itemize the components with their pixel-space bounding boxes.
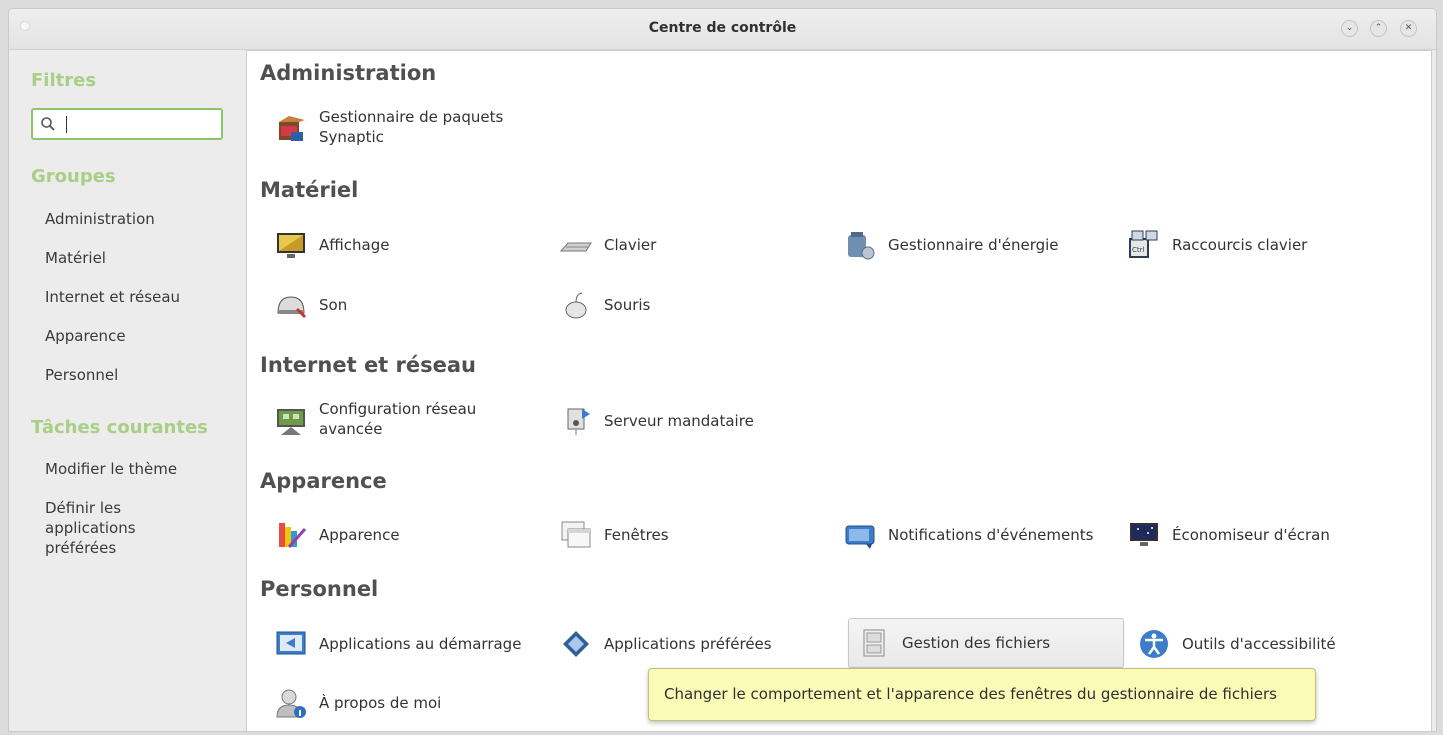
task-definir-applications[interactable]: Définir les applications préférées [45,498,136,558]
keyboard-shortcuts-icon: Ctrl [1129,230,1158,258]
accessibility-icon [1140,630,1168,658]
file-management-icon [863,629,885,657]
launcher-clavier[interactable]: Clavier [560,221,830,269]
category-apparence: Apparence [260,469,387,493]
mouse-icon [565,292,587,319]
launcher-label: Économiseur d'écran [1172,526,1330,544]
launcher-raccourcis-clavier[interactable]: Ctrl Raccourcis clavier [1128,221,1418,269]
launcher-synaptic[interactable]: Gestionnaire de paquets Synaptic [275,104,555,152]
task-modifier-theme[interactable]: Modifier le thème [45,459,177,479]
launcher-gestionnaire-energie[interactable]: Gestionnaire d'énergie [844,221,1124,269]
launcher-label: Serveur mandataire [604,412,754,430]
group-apparence[interactable]: Apparence [45,326,126,346]
search-input[interactable] [31,108,223,140]
control-center-window: Centre de contrôle ⌄ ⌃ ✕ Filtres Groupes… [8,8,1437,732]
tasks-heading: Tâches courantes [31,417,208,438]
launcher-label: Notifications d'événements [888,526,1094,544]
preferred-applications-icon [563,631,589,657]
svg-text:Ctrl: Ctrl [1132,246,1145,254]
launcher-label: Outils d'accessibilité [1182,635,1336,653]
launcher-label: Applications au démarrage [319,635,522,653]
launcher-souris[interactable]: Souris [560,281,830,329]
category-personnel: Personnel [260,577,379,601]
keyboard-icon [560,242,592,252]
title-bar[interactable]: Centre de contrôle ⌄ ⌃ ✕ [9,9,1436,50]
maximize-icon[interactable]: ⌃ [1370,20,1387,37]
launcher-serveur-mandataire[interactable]: Serveur mandataire [560,397,840,445]
sidebar: Filtres Groupes Administration Matériel … [9,50,245,731]
launcher-label: Souris [604,296,651,314]
appearance-icon [279,523,307,548]
category-materiel: Matériel [260,178,359,202]
group-personnel[interactable]: Personnel [45,365,118,385]
launcher-label: Gestionnaire d'énergie [888,236,1059,254]
tooltip: Changer le comportement et l'apparence d… [648,668,1316,721]
launcher-gestion-fichiers[interactable]: Gestion des fichiers [848,618,1124,668]
group-administration[interactable]: Administration [45,209,155,229]
launcher-apparence[interactable]: Apparence [275,511,545,559]
package-manager-icon [279,116,305,141]
launcher-a-propos-de-moi[interactable]: À propos de moi [275,679,555,727]
launcher-applications-demarrage[interactable]: Applications au démarrage [275,620,555,668]
display-icon [277,233,305,258]
launcher-label: Applications préférées [604,635,772,653]
groups-heading: Groupes [31,166,116,187]
screensaver-icon [1130,523,1158,546]
launcher-economiseur-ecran[interactable]: Économiseur d'écran [1128,511,1418,559]
launcher-label: Son [319,296,348,314]
launcher-label: À propos de moi [319,694,442,712]
filters-heading: Filtres [31,70,97,91]
windows-icon [561,521,591,548]
startup-applications-icon [276,631,306,655]
group-materiel[interactable]: Matériel [45,248,106,268]
launcher-label: Fenêtres [604,526,669,544]
launcher-label: Clavier [604,236,657,254]
network-config-icon [277,409,305,435]
group-internet-reseau[interactable]: Internet et réseau [45,287,180,307]
about-me-icon [276,689,306,718]
launcher-notifications[interactable]: Notifications d'événements [844,511,1134,559]
launcher-label: Configuration réseau avancée [319,400,477,438]
launcher-applications-preferees[interactable]: Applications préférées [560,620,840,668]
launcher-label: Gestion des fichiers [902,634,1051,652]
content-panel: Administration Gestionnaire de paquets S… [246,50,1432,731]
power-manager-icon [848,232,875,260]
launcher-affichage[interactable]: Affichage [275,221,545,269]
launcher-label: Gestionnaire de paquets Synaptic [319,108,504,146]
category-internet-reseau: Internet et réseau [260,353,476,377]
launcher-fenetres[interactable]: Fenêtres [560,511,830,559]
notifications-icon [845,525,875,549]
text-caret [66,116,67,133]
search-icon [41,117,55,131]
launcher-label: Raccourcis clavier [1172,236,1308,254]
window-title: Centre de contrôle [648,20,797,36]
proxy-server-icon [567,408,590,435]
close-icon[interactable]: ✕ [1400,20,1417,37]
minimize-icon[interactable]: ⌄ [1341,20,1358,37]
launcher-outils-accessibilite[interactable]: Outils d'accessibilité [1138,620,1418,668]
launcher-son[interactable]: Son [275,281,545,329]
sound-icon [277,296,307,319]
launcher-label: Apparence [319,526,400,544]
category-administration: Administration [260,61,437,85]
launcher-configuration-reseau[interactable]: Configuration réseau avancée [275,397,555,445]
launcher-label: Affichage [319,236,390,254]
